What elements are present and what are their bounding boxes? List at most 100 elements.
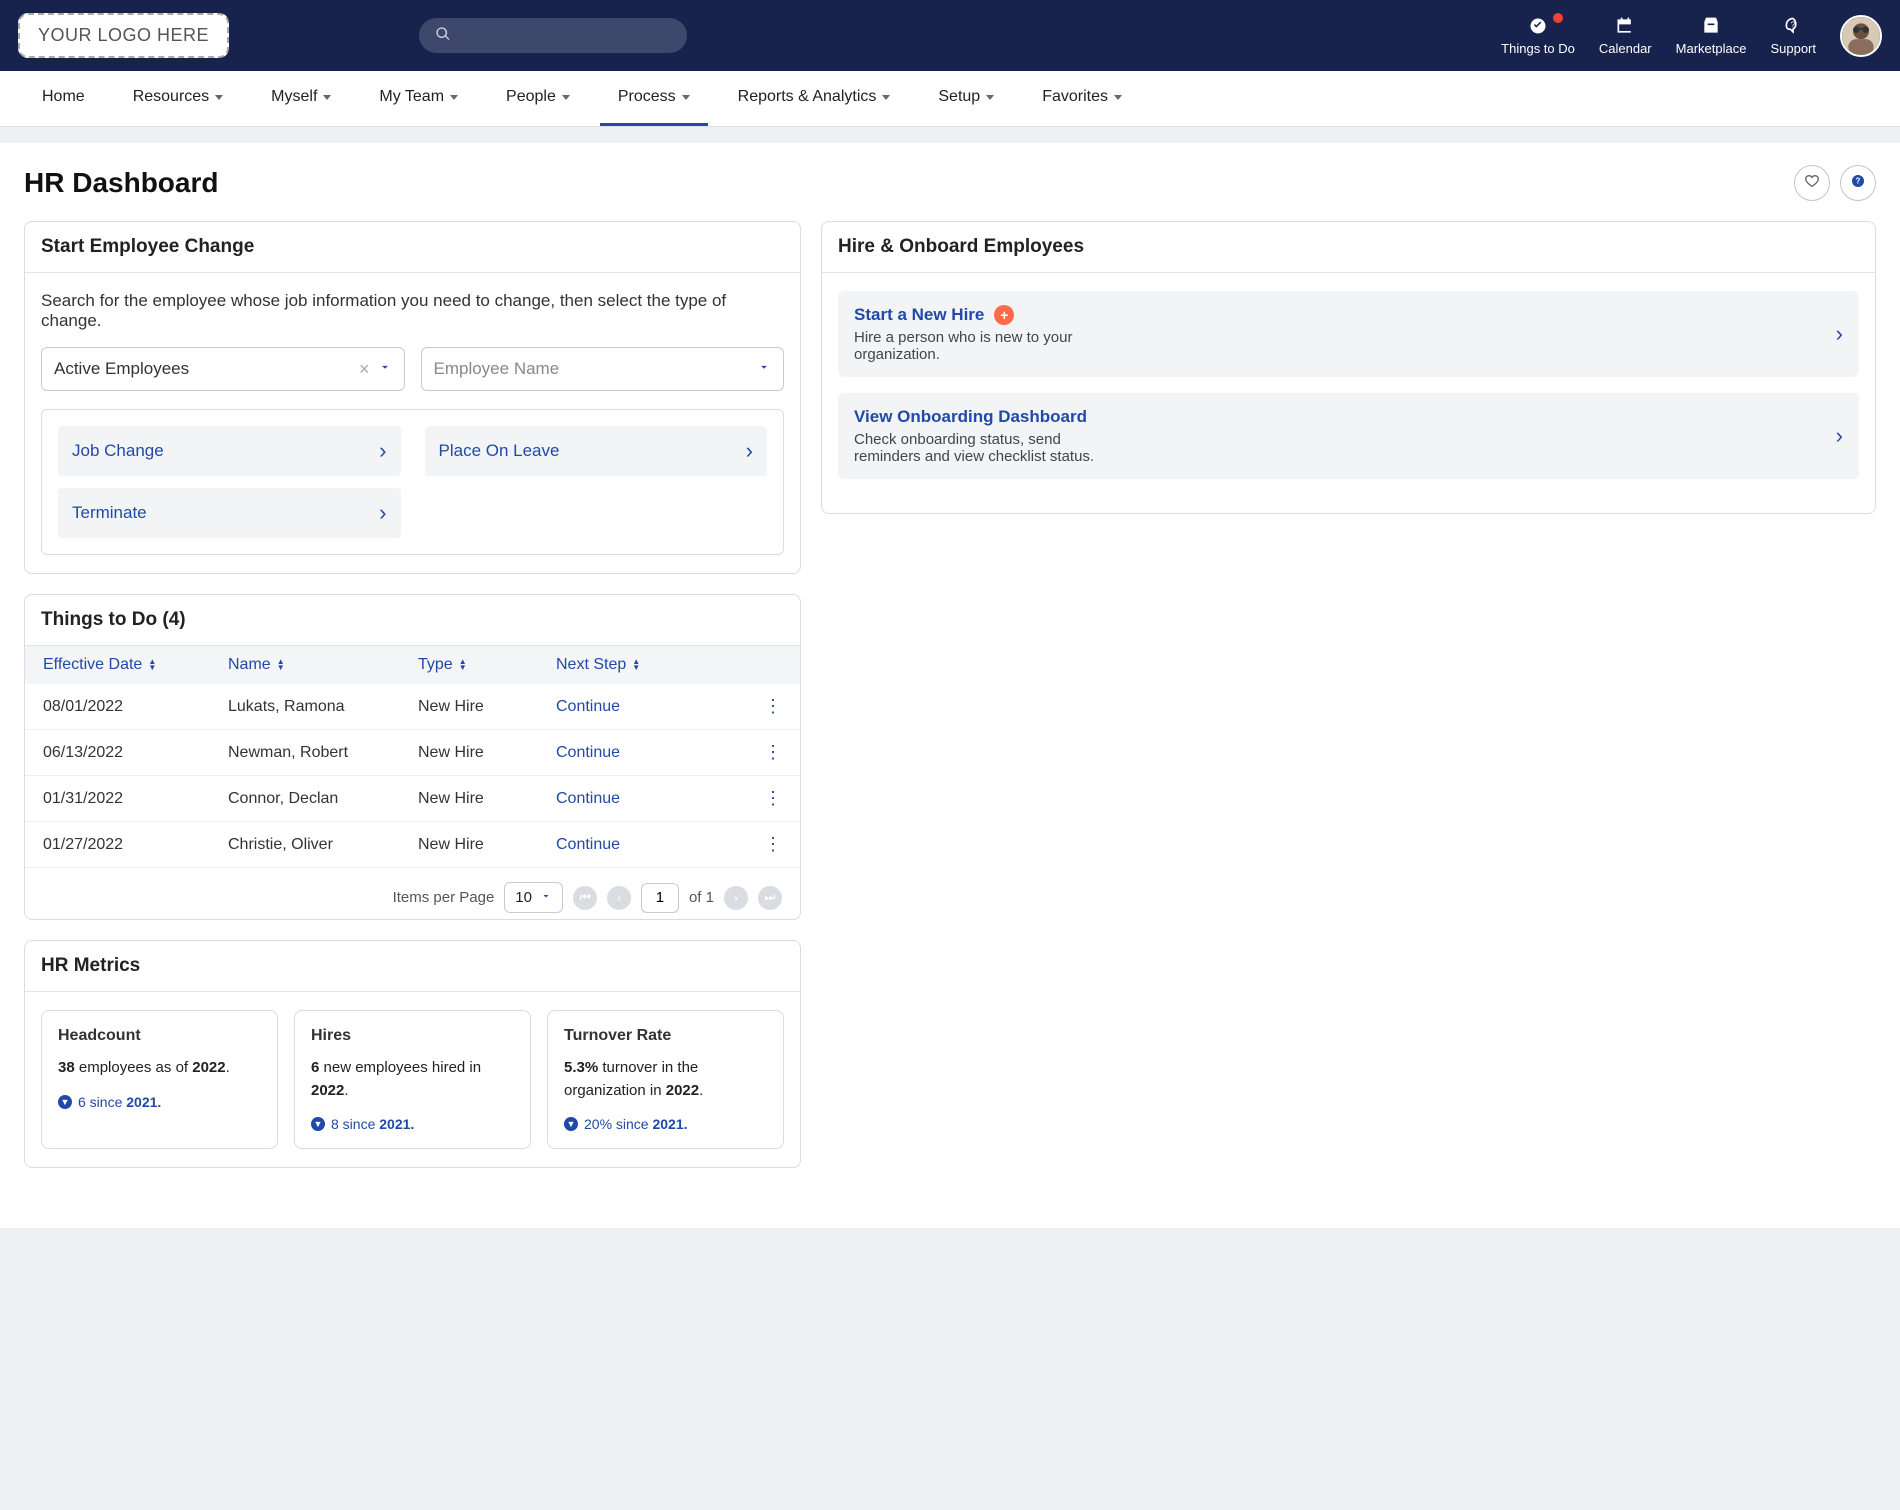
table-header: Effective Date▲▼ Name▲▼ Type▲▼ Next Step…: [25, 646, 800, 684]
nav-home[interactable]: Home: [24, 71, 103, 126]
start-new-hire-link[interactable]: Start a New Hire + Hire a person who is …: [838, 291, 1859, 377]
help-button[interactable]: ?: [1840, 165, 1876, 201]
pagination: Items per Page 10 ⏮ ‹ of 1 › ⏭: [25, 868, 800, 919]
page: HR Dashboard ? Start Employee Change Sea…: [0, 143, 1900, 1228]
search-icon: [435, 26, 451, 46]
delta-down-icon: ▼: [311, 1117, 325, 1131]
continue-link[interactable]: Continue: [556, 744, 620, 761]
cell-date: 01/27/2022: [43, 836, 228, 854]
user-avatar[interactable]: [1840, 15, 1882, 57]
metric-hires: Hires 6 new employees hired in 2022. ▼ 8…: [294, 1010, 531, 1149]
continue-link[interactable]: Continue: [556, 790, 620, 807]
favorite-button[interactable]: [1794, 165, 1830, 201]
desc: Check onboarding status, send reminders …: [854, 431, 1114, 465]
nav-process[interactable]: Process: [600, 71, 708, 126]
label: Setup: [938, 88, 980, 106]
nav-people[interactable]: People: [488, 71, 588, 126]
metric-body: 38 employees as of 2022.: [58, 1057, 261, 1080]
chevron-down-icon: [682, 95, 690, 100]
metric-delta: ▼ 6 since 2021.: [58, 1094, 261, 1110]
cell-name: Lukats, Ramona: [228, 698, 418, 716]
things-to-do-card: Things to Do (4) Effective Date▲▼ Name▲▼…: [24, 594, 801, 920]
chevron-down-icon: [378, 359, 392, 379]
svg-text:?: ?: [1856, 177, 1861, 186]
cell-date: 08/01/2022: [43, 698, 228, 716]
metric-body: 6 new employees hired in 2022.: [311, 1057, 514, 1102]
metric-title: Headcount: [58, 1027, 261, 1045]
employee-filter-select[interactable]: Active Employees ×: [41, 347, 405, 391]
nav-myself[interactable]: Myself: [253, 71, 349, 126]
continue-link[interactable]: Continue: [556, 698, 620, 715]
cell-type: New Hire: [418, 836, 556, 854]
label: Effective Date: [43, 656, 142, 674]
label: Type: [418, 656, 453, 674]
heart-icon: [1804, 173, 1820, 193]
col-type[interactable]: Type ▲▼: [418, 656, 556, 674]
of-label: of 1: [689, 889, 714, 906]
label: Favorites: [1042, 88, 1108, 106]
nav-favorites[interactable]: Favorites: [1024, 71, 1140, 126]
table-row: 01/27/2022 Christie, Oliver New Hire Con…: [25, 822, 800, 868]
job-change-action[interactable]: Job Change ›: [58, 426, 401, 476]
chevron-down-icon: [882, 95, 890, 100]
place-on-leave-action[interactable]: Place On Leave ›: [425, 426, 768, 476]
col-effective-date[interactable]: Effective Date▲▼: [43, 656, 228, 674]
last-page-button[interactable]: ⏭: [758, 886, 782, 910]
items-per-page-select[interactable]: 10: [504, 882, 563, 913]
calendar-icon: [1614, 15, 1636, 37]
title: View Onboarding Dashboard: [854, 407, 1087, 427]
first-page-button[interactable]: ⏮: [573, 886, 597, 910]
chevron-right-icon: ›: [746, 438, 753, 464]
row-menu-icon[interactable]: ⋮: [764, 834, 782, 854]
label: Home: [42, 88, 85, 106]
selected-value: Active Employees: [54, 359, 189, 379]
nav-things-to-do[interactable]: Things to Do: [1501, 15, 1575, 56]
nav-marketplace[interactable]: Marketplace: [1676, 15, 1747, 56]
nav-my-team[interactable]: My Team: [361, 71, 476, 126]
global-search[interactable]: [419, 18, 687, 53]
sort-icon: ▲▼: [459, 659, 467, 671]
row-menu-icon[interactable]: ⋮: [764, 742, 782, 762]
terminate-action[interactable]: Terminate ›: [58, 488, 401, 538]
chevron-right-icon: ›: [1836, 321, 1843, 347]
prev-page-button[interactable]: ‹: [607, 886, 631, 910]
employee-name-select[interactable]: Employee Name: [421, 347, 785, 391]
page-input[interactable]: [641, 883, 679, 913]
top-actions: Things to Do Calendar Marketplace ? Supp…: [1501, 15, 1882, 57]
chevron-down-icon: [540, 889, 552, 906]
chevron-down-icon: [1114, 95, 1122, 100]
nav-resources[interactable]: Resources: [115, 71, 241, 126]
col-name[interactable]: Name▲▼: [228, 656, 418, 674]
nav-calendar[interactable]: Calendar: [1599, 15, 1652, 56]
change-actions: Job Change › Place On Leave › Terminate …: [41, 409, 784, 555]
hire-onboard-card: Hire & Onboard Employees Start a New Hir…: [821, 221, 1876, 514]
metric-turnover: Turnover Rate 5.3% turnover in the organ…: [547, 1010, 784, 1149]
label: Name: [228, 656, 271, 674]
clear-icon[interactable]: ×: [359, 359, 370, 380]
help-icon: ?: [1850, 173, 1866, 193]
table-row: 08/01/2022 Lukats, Ramona New Hire Conti…: [25, 684, 800, 730]
sort-icon: ▲▼: [632, 659, 640, 671]
col-next-step[interactable]: Next Step▲▼: [556, 656, 706, 674]
nav-setup[interactable]: Setup: [920, 71, 1012, 126]
marketplace-icon: [1700, 15, 1722, 37]
nav-reports[interactable]: Reports & Analytics: [720, 71, 909, 126]
cell-date: 01/31/2022: [43, 790, 228, 808]
view-onboarding-link[interactable]: View Onboarding Dashboard Check onboardi…: [838, 393, 1859, 479]
hr-metrics-card: HR Metrics Headcount 38 employees as of …: [24, 940, 801, 1168]
row-menu-icon[interactable]: ⋮: [764, 788, 782, 808]
card-title: Things to Do (4): [25, 595, 800, 646]
chevron-right-icon: ›: [379, 438, 386, 464]
chevron-down-icon: [215, 95, 223, 100]
next-page-button[interactable]: ›: [724, 886, 748, 910]
metric-title: Hires: [311, 1027, 514, 1045]
cell-type: New Hire: [418, 744, 556, 762]
delta-down-icon: ▼: [564, 1117, 578, 1131]
continue-link[interactable]: Continue: [556, 836, 620, 853]
delta-down-icon: ▼: [58, 1095, 72, 1109]
card-title: Hire & Onboard Employees: [822, 222, 1875, 273]
desc: Hire a person who is new to your organiz…: [854, 329, 1114, 363]
row-menu-icon[interactable]: ⋮: [764, 696, 782, 716]
label: Place On Leave: [439, 441, 560, 461]
nav-support[interactable]: ? Support: [1770, 15, 1816, 56]
